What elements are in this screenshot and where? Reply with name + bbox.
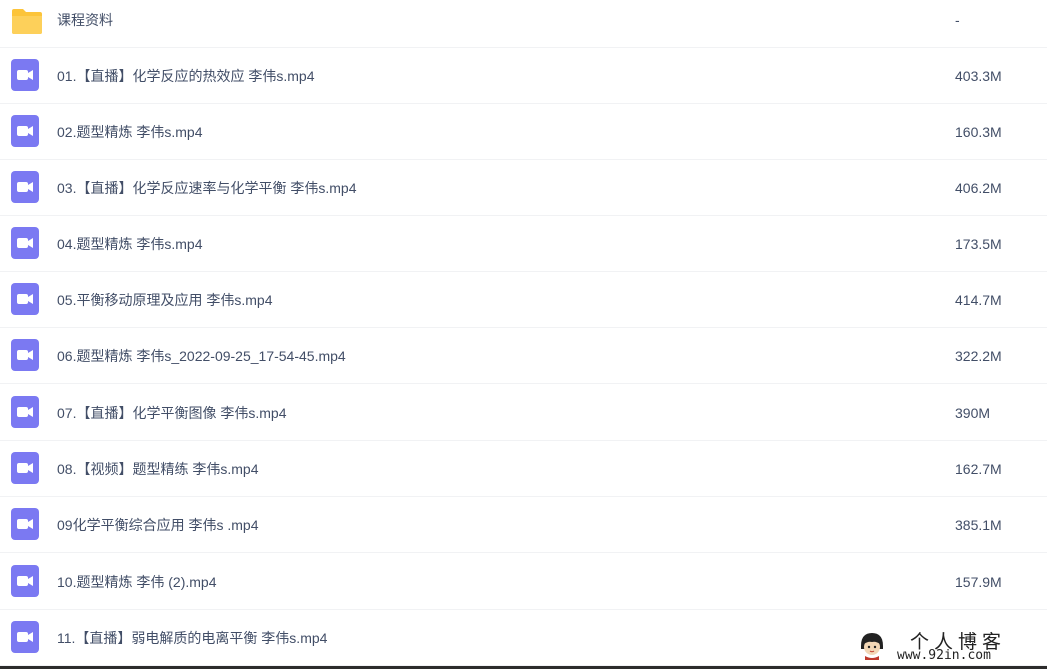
file-size: 406.2M xyxy=(955,180,1002,196)
video-row[interactable]: 08.【视频】题型精练 李伟s.mp4 162.7M xyxy=(0,441,1047,497)
video-file-icon xyxy=(11,396,39,428)
video-row[interactable]: 07.【直播】化学平衡图像 李伟s.mp4 390M xyxy=(0,385,1047,441)
file-name[interactable]: 课程资料 xyxy=(57,0,113,40)
file-size: - xyxy=(955,12,960,28)
video-file-icon xyxy=(11,227,39,259)
file-size: 385.1M xyxy=(955,517,1002,533)
watermark-url: www.92in.com xyxy=(897,648,991,663)
video-file-icon xyxy=(11,115,39,147)
file-size: 414.7M xyxy=(955,292,1002,308)
file-list: 课程资料 - 01.【直播】化学反应的热效应 李伟s.mp4 403.3M 02… xyxy=(0,0,1047,669)
video-row[interactable]: 09化学平衡综合应用 李伟s .mp4 385.1M xyxy=(0,497,1047,553)
video-file-icon xyxy=(11,339,39,371)
cartoon-avatar-icon xyxy=(861,633,883,660)
file-name[interactable]: 01.【直播】化学反应的热效应 李伟s.mp4 xyxy=(57,48,314,104)
video-row[interactable]: 02.题型精炼 李伟s.mp4 160.3M xyxy=(0,104,1047,160)
file-size: 157.9M xyxy=(955,574,1002,590)
file-name[interactable]: 10.题型精炼 李伟 (2).mp4 xyxy=(57,554,216,610)
file-name[interactable]: 08.【视频】题型精练 李伟s.mp4 xyxy=(57,441,258,497)
folder-icon xyxy=(12,9,42,34)
file-size: 162.7M xyxy=(955,461,1002,477)
file-size: 403.3M xyxy=(955,68,1002,84)
file-name[interactable]: 04.题型精炼 李伟s.mp4 xyxy=(57,216,202,272)
folder-row[interactable]: 课程资料 - xyxy=(0,0,1047,48)
video-file-icon xyxy=(11,171,39,203)
file-size: 322.2M xyxy=(955,348,1002,364)
video-file-icon xyxy=(11,283,39,315)
file-name[interactable]: 06.题型精炼 李伟s_2022-09-25_17-54-45.mp4 xyxy=(57,328,346,384)
video-file-icon xyxy=(11,59,39,91)
video-row[interactable]: 01.【直播】化学反应的热效应 李伟s.mp4 403.3M xyxy=(0,48,1047,104)
video-row[interactable]: 05.平衡移动原理及应用 李伟s.mp4 414.7M xyxy=(0,272,1047,328)
video-file-icon xyxy=(11,565,39,597)
video-row[interactable]: 04.题型精炼 李伟s.mp4 173.5M xyxy=(0,216,1047,272)
file-size: 160.3M xyxy=(955,124,1002,140)
video-file-icon xyxy=(11,621,39,653)
video-file-icon xyxy=(11,508,39,540)
file-name[interactable]: 11.【直播】弱电解质的电离平衡 李伟s.mp4 xyxy=(57,610,327,666)
blog-watermark: 个人博客 www.92in.com xyxy=(852,626,1047,666)
file-name[interactable]: 02.题型精炼 李伟s.mp4 xyxy=(57,104,202,160)
file-name[interactable]: 05.平衡移动原理及应用 李伟s.mp4 xyxy=(57,272,272,328)
video-row[interactable]: 10.题型精炼 李伟 (2).mp4 157.9M xyxy=(0,554,1047,610)
video-file-icon xyxy=(11,452,39,484)
file-size: 173.5M xyxy=(955,236,1002,252)
file-size: 390M xyxy=(955,405,991,421)
video-row[interactable]: 06.题型精炼 李伟s_2022-09-25_17-54-45.mp4 322.… xyxy=(0,328,1047,384)
file-name[interactable]: 07.【直播】化学平衡图像 李伟s.mp4 xyxy=(57,385,286,441)
file-name[interactable]: 03.【直播】化学反应速率与化学平衡 李伟s.mp4 xyxy=(57,160,356,216)
file-name[interactable]: 09化学平衡综合应用 李伟s .mp4 xyxy=(57,497,258,553)
video-row[interactable]: 03.【直播】化学反应速率与化学平衡 李伟s.mp4 406.2M xyxy=(0,160,1047,216)
